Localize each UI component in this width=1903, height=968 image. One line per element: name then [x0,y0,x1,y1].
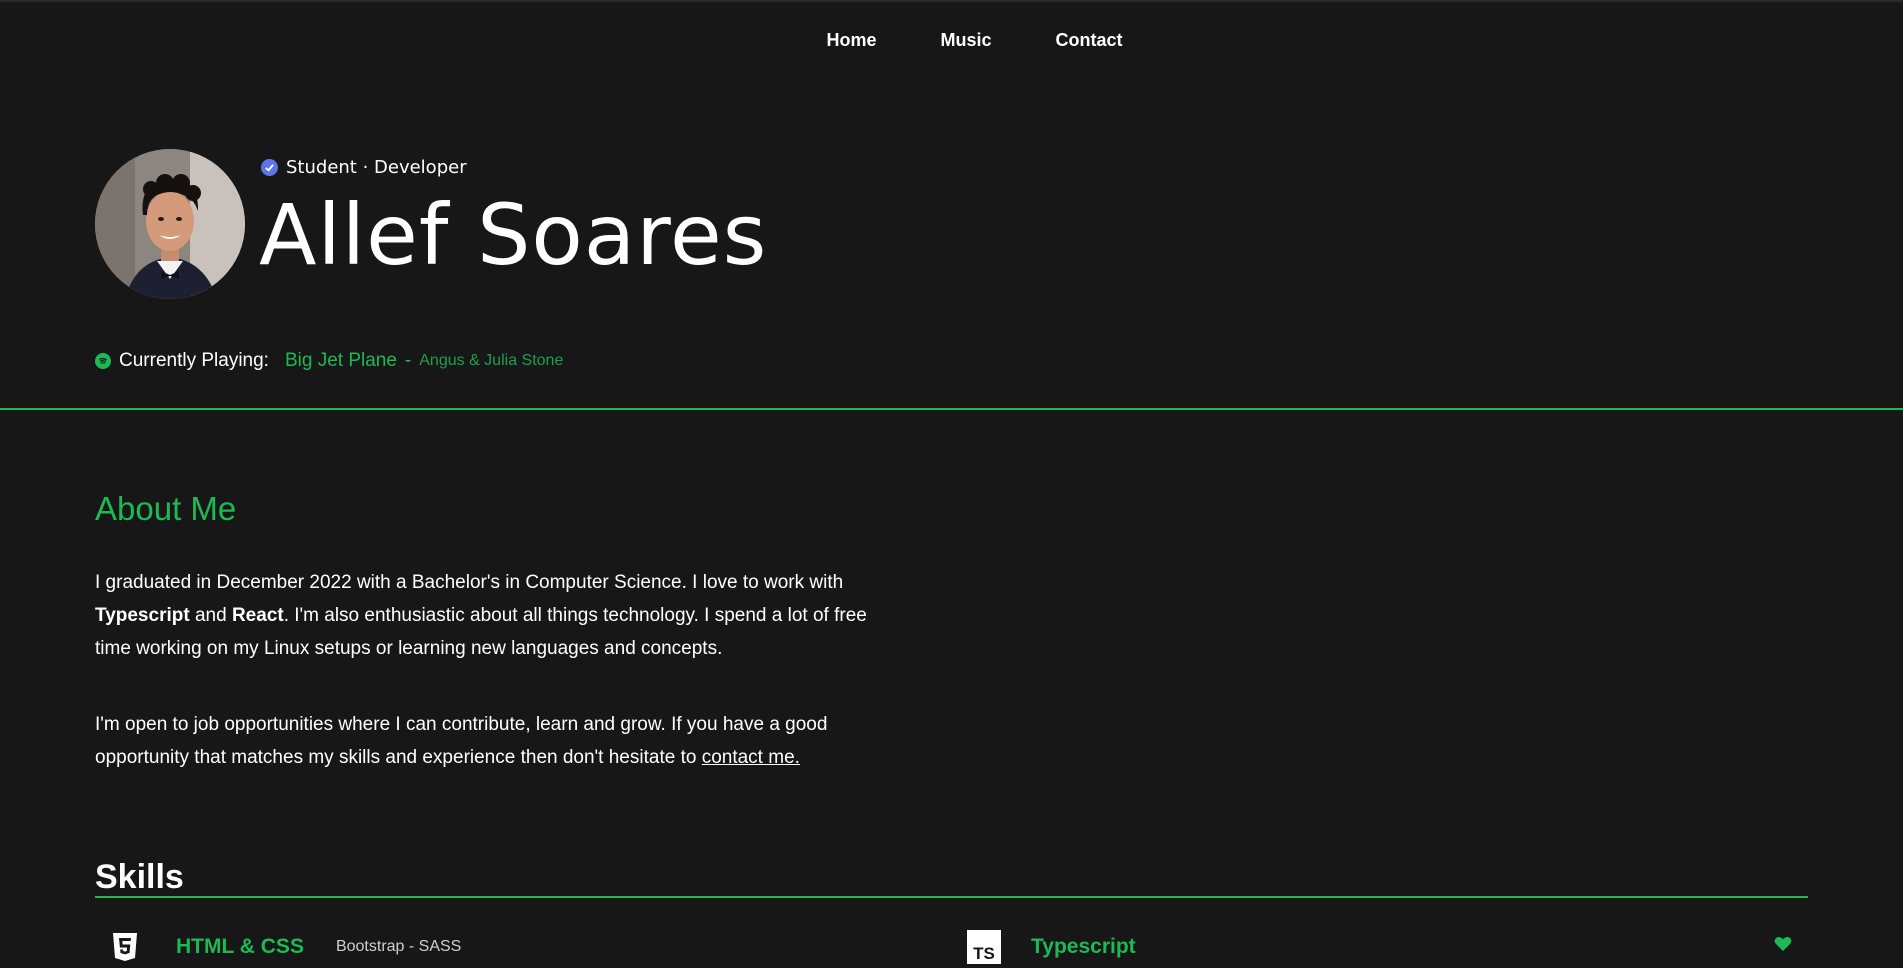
top-border [0,0,1903,2]
skill-name: Typescript [1031,935,1136,958]
main-nav: Home Music Contact [0,30,1903,51]
skill-item: HTML & CSS Bootstrap - SASS [108,930,461,964]
contact-me-link[interactable]: contact me. [702,747,800,768]
now-playing: Currently Playing: Big Jet Plane - Angus… [95,350,563,372]
skill-subtitle: Bootstrap - SASS [335,938,462,955]
track-separator: - [404,350,412,371]
typescript-icon: TS [967,930,1001,964]
heart-icon[interactable] [1774,936,1792,957]
about-paragraph-1: I graduated in December 2022 with a Bach… [95,566,895,665]
avatar [95,149,245,299]
about-title: About Me [95,490,237,527]
nav-music-link[interactable]: Music [941,30,992,51]
verified-check-icon [261,159,278,176]
nav-home-link[interactable]: Home [826,30,876,51]
role-text: Student · Developer [286,157,467,178]
about-text: I graduated in December 2022 with a Bach… [95,572,844,593]
about-paragraph-2: I'm open to job opportunities where I ca… [95,708,895,774]
page-title: Allef Soares [259,186,768,284]
skills-divider [95,896,1808,898]
skill-name: HTML & CSS [176,935,304,958]
html5-icon [108,930,142,964]
about-strong-react: React [231,605,284,626]
skill-item: TS Typescript [967,930,1136,964]
track-title[interactable]: Big Jet Plane [285,350,397,372]
skills-title: Skills [95,858,184,896]
avatar-portrait [95,149,245,299]
now-playing-label: Currently Playing: [119,350,269,371]
hero-divider [0,408,1903,410]
about-text: and [189,605,232,626]
svg-text:TS: TS [973,944,995,963]
role-line: Student · Developer [261,157,467,178]
track-artist[interactable]: Angus & Julia Stone [419,352,563,370]
nav-contact-link[interactable]: Contact [1056,30,1123,51]
about-strong-typescript: Typescript [95,605,190,626]
spotify-icon [95,353,111,369]
